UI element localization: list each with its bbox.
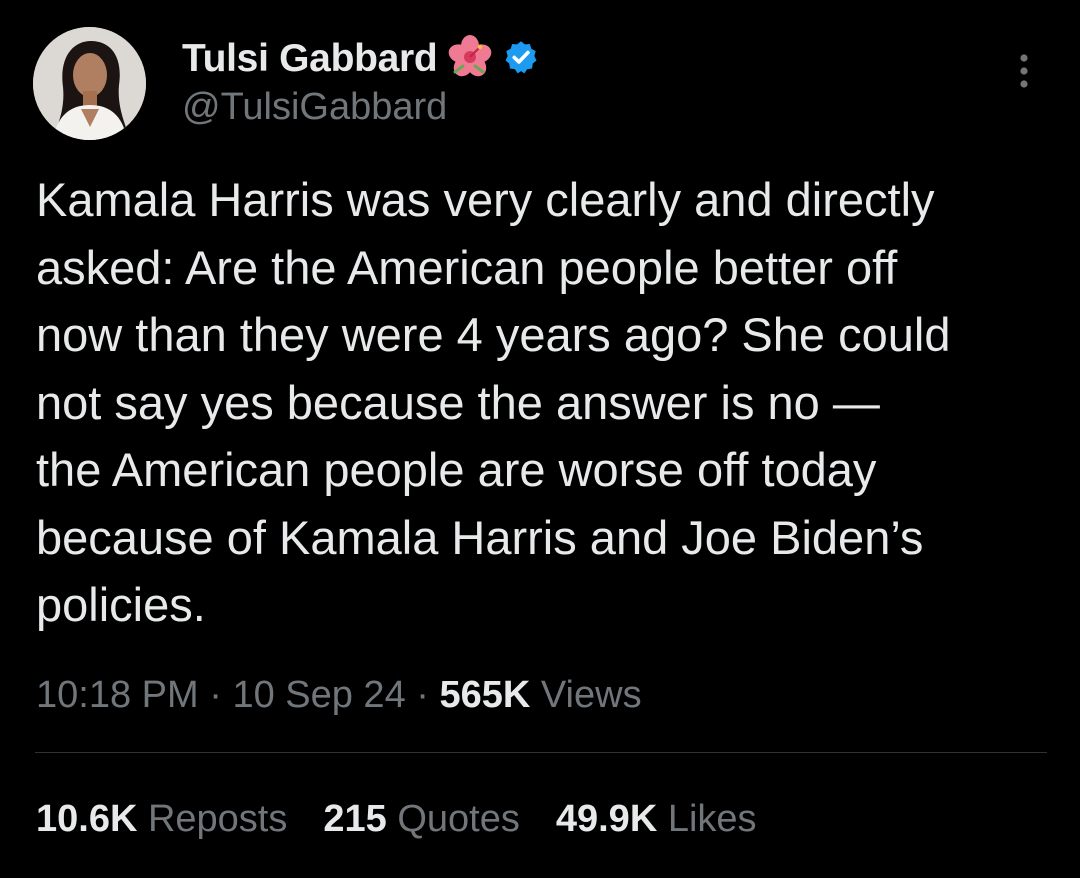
hibiscus-flower-icon [447,34,493,85]
more-options-icon[interactable] [1014,52,1034,92]
author-display-name[interactable]: Tulsi Gabbard [182,37,438,81]
divider [35,752,1047,753]
quotes-label: Quotes [386,798,520,840]
quotes-stat[interactable]: 215 Quotes [323,794,519,844]
meta-separator: · [405,674,440,716]
reposts-count: 10.6K [36,798,138,840]
tweet-time[interactable]: 10:18 PM [36,674,199,716]
author-handle[interactable]: @TulsiGabbard [182,86,447,129]
verified-badge-icon[interactable] [503,39,539,80]
tweet-stats: 10.6K Reposts 215 Quotes 49.9K Likes [36,794,793,844]
tweet-meta: 10:18 PM · 10 Sep 24 · 565K Views [36,670,642,720]
profile-photo [33,27,146,140]
reposts-label: Reposts [137,798,288,840]
author-name-row[interactable]: Tulsi Gabbard [182,34,539,84]
views-label: Views [530,674,642,716]
avatar[interactable] [33,27,146,140]
tweet-date[interactable]: 10 Sep 24 [232,674,405,716]
likes-label: Likes [657,798,757,840]
meta-separator: · [198,674,233,716]
quotes-count: 215 [323,798,387,840]
likes-stat[interactable]: 49.9K Likes [556,794,757,844]
tweet-text: Kamala Harris was very clearly and direc… [36,173,951,631]
likes-count: 49.9K [555,798,658,840]
views-count: 565K [439,674,531,716]
reposts-stat[interactable]: 10.6K Reposts [36,794,287,844]
